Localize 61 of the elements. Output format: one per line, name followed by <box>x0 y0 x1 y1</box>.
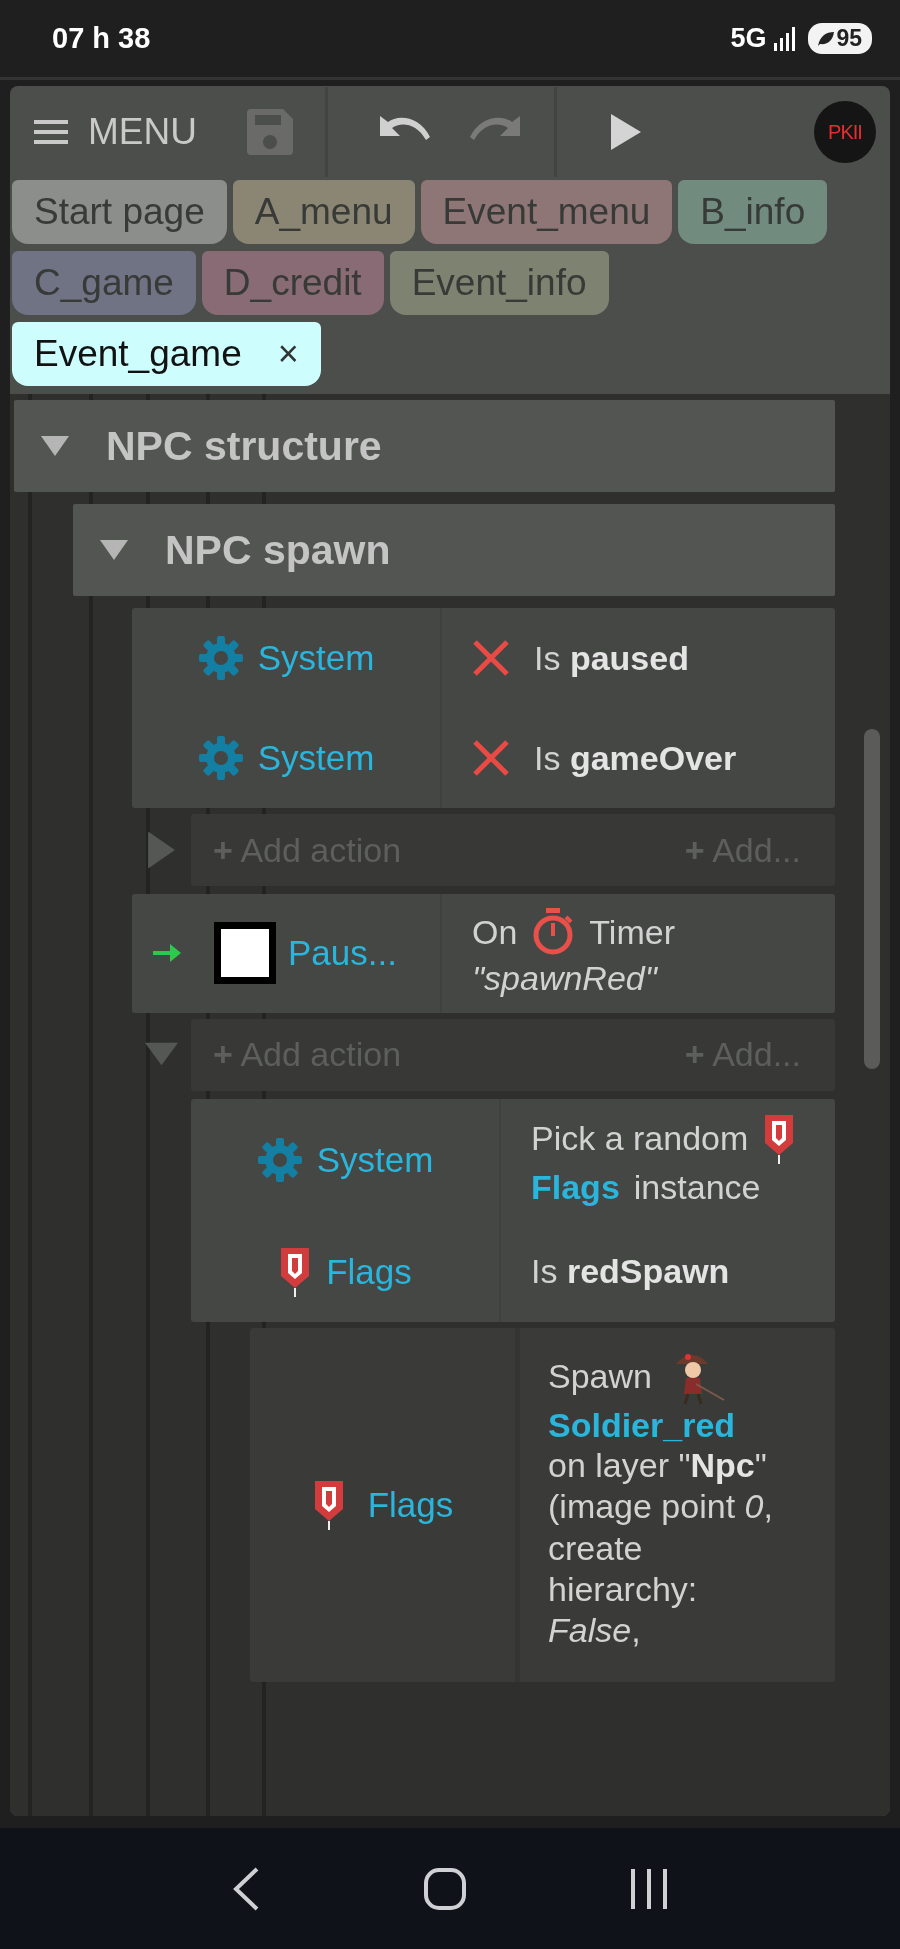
home-icon[interactable] <box>423 1866 467 1911</box>
group-title: NPC structure <box>106 422 382 470</box>
gear-icon <box>256 1137 303 1184</box>
network-type: 5G <box>730 23 767 54</box>
tab-label: Start page <box>34 191 205 233</box>
app-logo[interactable]: PKII <box>814 101 876 163</box>
sheet-tab[interactable]: C_game <box>12 251 196 315</box>
sheet-tab[interactable]: Start page <box>12 180 227 244</box>
tab-label: A_menu <box>254 191 393 233</box>
tab-label: Event_game <box>34 333 242 375</box>
group-header[interactable]: NPC structure <box>14 400 835 492</box>
sheet-tab[interactable]: Event_info <box>389 251 609 315</box>
leaf-icon <box>816 29 837 48</box>
event-block[interactable]: Paus... On Timer "spawnRed" <box>132 894 835 1013</box>
condition-text: Is redSpawn <box>531 1251 730 1292</box>
group-title: NPC spawn <box>165 526 391 574</box>
sheet-tab[interactable]: B_info <box>678 180 828 244</box>
object-name[interactable]: Flags <box>367 1484 454 1525</box>
condition-text: Timer <box>589 911 675 953</box>
back-icon[interactable] <box>231 1866 260 1911</box>
object-name[interactable]: Paus... <box>288 933 397 974</box>
sprite-icon <box>214 922 276 985</box>
sheet-tab[interactable]: A_menu <box>232 180 415 244</box>
condition-text: instance <box>633 1166 761 1208</box>
gear-icon <box>197 735 244 781</box>
action-block[interactable]: Flags Spawn Soldier_red on layer "Npc" (image point 0, create hierarchy: False, <box>250 1327 835 1682</box>
play-icon[interactable] <box>608 112 643 152</box>
action-text: on layer "Npc" (image point 0, create hierarchy: False, <box>548 1444 774 1652</box>
object-name[interactable]: Flags <box>531 1167 620 1207</box>
tab-label: D_credit <box>223 262 362 304</box>
object-name[interactable]: System <box>257 638 375 678</box>
tab-label: Event_info <box>411 262 587 304</box>
collapse-icon[interactable] <box>99 538 129 562</box>
battery-level: 95 <box>836 25 862 52</box>
group-header[interactable]: NPC spawn <box>73 504 835 596</box>
condition-text: Is paused <box>534 637 689 679</box>
clock-time: 07 h 38 <box>52 22 151 55</box>
timer-tag: "spawnRed" <box>472 958 747 999</box>
condition-text: Is gameOver <box>534 737 737 779</box>
tab-label: Event_menu <box>442 191 651 233</box>
close-icon[interactable]: × <box>277 333 299 375</box>
collapse-icon[interactable] <box>40 434 70 458</box>
object-name[interactable]: System <box>316 1140 434 1181</box>
action-text: Spawn <box>548 1355 652 1397</box>
recents-icon[interactable] <box>630 1867 669 1910</box>
tab-label: C_game <box>34 262 174 304</box>
object-name[interactable]: Flags <box>326 1251 412 1292</box>
tab-label: B_info <box>700 191 806 233</box>
event-block[interactable]: System Pick a random Flags instance Flags Is redSpawn <box>191 1098 835 1322</box>
condition-text: Pick a random <box>531 1118 749 1160</box>
scrollbar[interactable] <box>864 729 880 1069</box>
menu-button[interactable]: MENU <box>34 111 197 153</box>
object-name[interactable]: System <box>257 738 375 778</box>
object-name[interactable]: Soldier_red <box>548 1405 736 1445</box>
sheet-tab[interactable]: Event_game × <box>12 322 321 386</box>
menu-icon <box>34 119 68 145</box>
condition-text: On <box>472 911 518 953</box>
sheet-tab[interactable]: Event_menu <box>420 180 673 244</box>
sheet-tab[interactable]: D_credit <box>201 251 384 315</box>
event-block[interactable]: System Is paused System Is gameOver <box>132 608 835 808</box>
gear-icon <box>197 635 244 681</box>
